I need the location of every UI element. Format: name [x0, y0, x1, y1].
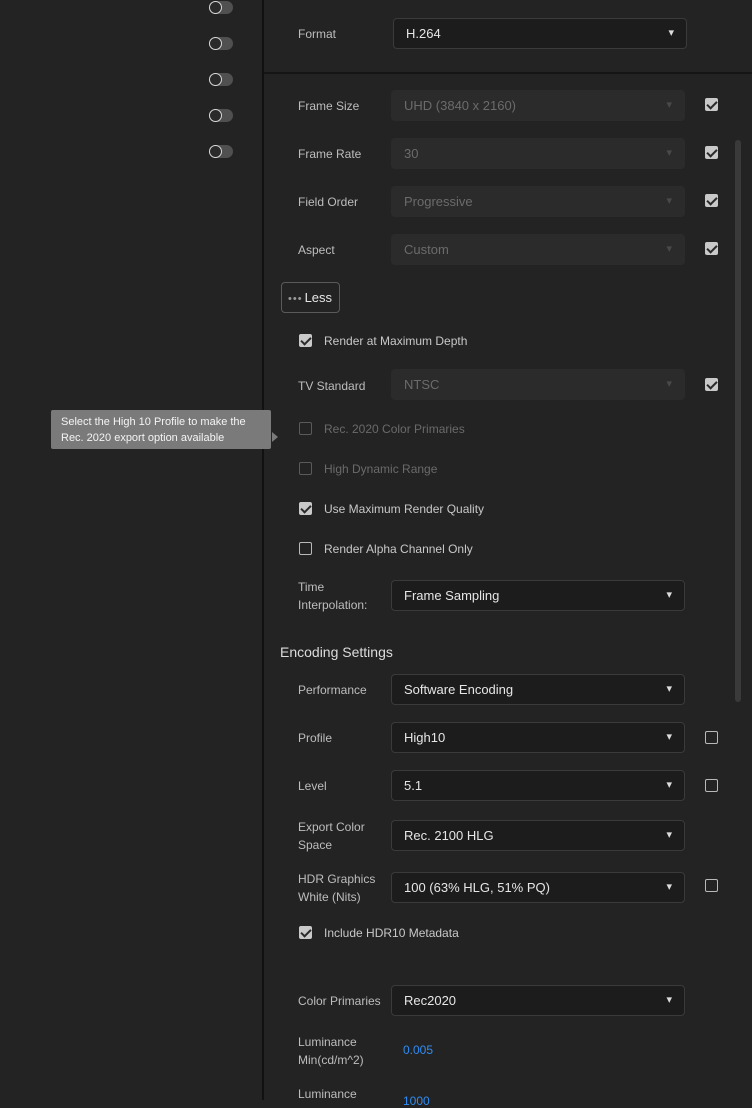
rec2020-checkbox[interactable] [299, 422, 312, 435]
chevron-down-icon: ▾ [666, 731, 672, 743]
frame-size-label: Frame Size [298, 99, 360, 113]
chevron-down-icon: ▾ [666, 779, 672, 791]
color-primaries-value: Rec2020 [404, 993, 457, 1008]
field-order-label: Field Order [298, 195, 359, 209]
toggle-switch[interactable] [209, 1, 233, 14]
frame-rate-label: Frame Rate [298, 147, 362, 161]
chevron-down-icon: ▾ [666, 683, 672, 695]
performance-dropdown[interactable]: Software Encoding ▾ [391, 674, 685, 705]
tv-standard-match-source-checkbox[interactable] [705, 378, 718, 391]
export-color-space-value: Rec. 2100 HLG [404, 828, 494, 843]
tv-standard-dropdown[interactable]: NTSC ▾ [391, 369, 685, 400]
aspect-label: Aspect [298, 243, 335, 257]
tooltip-text: Select the High 10 Profile to make the R… [61, 416, 246, 444]
chevron-down-icon: ▾ [666, 147, 672, 159]
frame-rate-match-source-checkbox[interactable] [705, 146, 718, 159]
field-order-match-source-checkbox[interactable] [705, 194, 718, 207]
hdr-graphics-white-dropdown[interactable]: 100 (63% HLG, 51% PQ) ▾ [391, 872, 685, 903]
toggle-switch[interactable] [209, 109, 233, 122]
hdr-label: High Dynamic Range [324, 462, 438, 476]
aspect-dropdown[interactable]: Custom ▾ [391, 234, 685, 265]
export-color-space-dropdown[interactable]: Rec. 2100 HLG ▾ [391, 820, 685, 851]
profile-dropdown[interactable]: High10 ▾ [391, 722, 685, 753]
hdr10-metadata-label: Include HDR10 Metadata [324, 926, 459, 940]
frame-size-value: UHD (3840 x 2160) [404, 98, 516, 113]
luminance-max-label: Luminance [298, 1087, 357, 1101]
export-color-space-label: Export Color Space [298, 820, 365, 852]
hdr-graphics-white-value: 100 (63% HLG, 51% PQ) [404, 880, 550, 895]
hdr-graphics-white-checkbox[interactable] [705, 879, 718, 892]
hdr-graphics-white-label: HDR Graphics White (Nits) [298, 872, 376, 904]
level-dropdown[interactable]: 5.1 ▾ [391, 770, 685, 801]
max-render-quality-label: Use Maximum Render Quality [324, 502, 485, 516]
frame-rate-dropdown[interactable]: 30 ▾ [391, 138, 685, 169]
more-dots-icon: ••• [288, 293, 303, 305]
chevron-down-icon: ▾ [666, 99, 672, 111]
toggle-switch[interactable] [209, 145, 233, 158]
time-interpolation-label: Time Interpolation: [298, 580, 368, 612]
performance-value: Software Encoding [404, 682, 514, 697]
chevron-down-icon: ▾ [668, 27, 674, 39]
frame-size-match-source-checkbox[interactable] [705, 98, 718, 111]
max-render-quality-checkbox[interactable] [299, 502, 312, 515]
profile-label: Profile [298, 731, 333, 745]
less-button[interactable]: ••• Less [281, 282, 340, 313]
tv-standard-label: TV Standard [298, 379, 366, 393]
profile-match-source-checkbox[interactable] [705, 731, 718, 744]
tooltip-arrow [272, 432, 278, 442]
level-label: Level [298, 779, 327, 793]
hdr-checkbox[interactable] [299, 462, 312, 475]
field-order-dropdown[interactable]: Progressive ▾ [391, 186, 685, 217]
toggle-switch[interactable] [209, 73, 233, 86]
toggle-switch[interactable] [209, 37, 233, 50]
time-interpolation-dropdown[interactable]: Frame Sampling ▾ [391, 580, 685, 611]
scrollbar[interactable] [735, 140, 741, 702]
toggle-knob [209, 1, 222, 14]
alpha-only-label: Render Alpha Channel Only [324, 542, 473, 556]
less-button-label: Less [304, 290, 333, 305]
field-order-value: Progressive [404, 194, 473, 209]
format-dropdown[interactable]: H.264 ▾ [393, 18, 687, 49]
toggle-knob [209, 73, 222, 86]
chevron-down-icon: ▾ [666, 589, 672, 601]
render-max-depth-label: Render at Maximum Depth [324, 334, 468, 348]
chevron-down-icon: ▾ [666, 829, 672, 841]
aspect-match-source-checkbox[interactable] [705, 242, 718, 255]
luminance-max-value[interactable]: 1000 [403, 1094, 430, 1108]
toggle-knob [209, 109, 222, 122]
format-label: Format [298, 27, 337, 41]
toggle-knob [209, 145, 222, 158]
chevron-down-icon: ▾ [666, 243, 672, 255]
encoding-settings-heading: Encoding Settings [280, 644, 393, 660]
format-value: H.264 [406, 26, 441, 41]
tv-standard-value: NTSC [404, 377, 440, 392]
level-value: 5.1 [404, 778, 423, 793]
chevron-down-icon: ▾ [666, 881, 672, 893]
chevron-down-icon: ▾ [666, 378, 672, 390]
toggle-knob [209, 37, 222, 50]
frame-rate-value: 30 [404, 146, 419, 161]
chevron-down-icon: ▾ [666, 994, 672, 1006]
left-pane [0, 0, 262, 1100]
frame-size-dropdown[interactable]: UHD (3840 x 2160) ▾ [391, 90, 685, 121]
level-match-source-checkbox[interactable] [705, 779, 718, 792]
alpha-only-checkbox[interactable] [299, 542, 312, 555]
performance-label: Performance [298, 683, 367, 697]
time-interpolation-value: Frame Sampling [404, 588, 500, 603]
section-divider [264, 72, 752, 74]
rec2020-label: Rec. 2020 Color Primaries [324, 422, 465, 436]
tooltip: Select the High 10 Profile to make the R… [51, 410, 278, 449]
hdr10-metadata-checkbox[interactable] [299, 926, 312, 939]
color-primaries-dropdown[interactable]: Rec2020 ▾ [391, 985, 685, 1016]
color-primaries-label: Color Primaries [298, 994, 381, 1008]
luminance-min-label: Luminance Min(cd/m^2) [298, 1035, 364, 1067]
render-max-depth-checkbox[interactable] [299, 334, 312, 347]
aspect-value: Custom [404, 242, 449, 257]
profile-value: High10 [404, 730, 446, 745]
luminance-min-value[interactable]: 0.005 [403, 1043, 433, 1057]
chevron-down-icon: ▾ [666, 195, 672, 207]
